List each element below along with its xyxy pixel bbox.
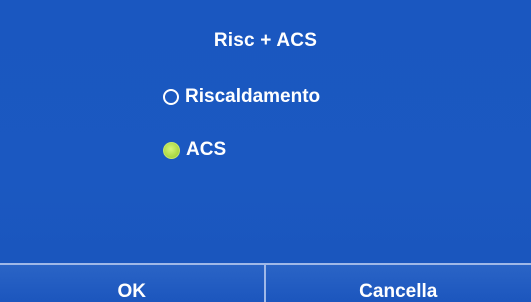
screen-title: Risc + ACS — [213, 30, 318, 51]
option-riscaldamento-label: Riscaldamento — [185, 86, 321, 107]
option-acs-label: ACS — [186, 139, 227, 160]
radio-unchecked-icon[interactable] — [163, 89, 179, 105]
cancel-button[interactable]: Cancella — [265, 265, 531, 302]
option-acs[interactable]: ACS — [163, 139, 226, 161]
mode-selection-screen: Risc + ACS Riscaldamento ACS OK Cancella — [0, 0, 531, 302]
radio-checked-icon[interactable] — [163, 141, 180, 159]
ok-button[interactable]: OK — [0, 265, 266, 302]
button-bar: OK Cancella — [0, 263, 531, 302]
option-riscaldamento[interactable]: Riscaldamento — [163, 86, 320, 108]
